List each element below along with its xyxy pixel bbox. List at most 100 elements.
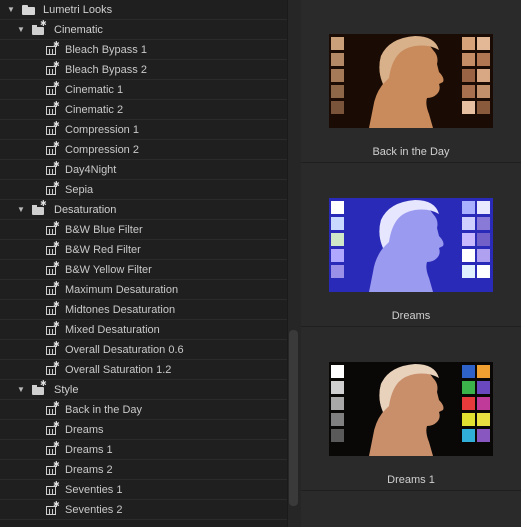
color-swatch [462,365,475,378]
disclosure-triangle-icon[interactable]: ▼ [16,205,26,215]
color-swatch [477,53,490,66]
tree-preset-item[interactable]: ✱ Sepia [0,180,287,200]
tree-preset-item[interactable]: ✱ Maximum Desaturation [0,280,287,300]
tree-preset-item[interactable]: ✱ Overall Saturation 1.2 [0,360,287,380]
color-swatch [462,37,475,50]
look-preview-card[interactable]: Dreams [301,164,521,327]
preset-label: Cinematic 1 [65,83,124,96]
preset-label: Compression 1 [65,123,139,136]
folder-label: Style [54,383,79,396]
effect-preset-icon: ✱ [46,261,60,275]
color-swatch [462,429,475,442]
preset-label: Overall Desaturation 0.6 [65,343,184,356]
tree-preset-item[interactable]: ✱ Seventies 2 [0,500,287,520]
effect-preset-icon: ✱ [46,141,60,155]
color-swatch [462,217,475,230]
preset-label: Sepia [65,183,94,196]
color-swatch [462,101,475,114]
tree-root-lumetri-looks[interactable]: ▼ Lumetri Looks [0,0,287,20]
disclosure-triangle-icon[interactable]: ▼ [16,385,26,395]
preview-thumbnails-panel: Back in the Day Dreams Dreams 1 [301,0,521,527]
effect-preset-icon: ✱ [46,401,60,415]
color-swatch [477,397,490,410]
effect-preset-icon: ✱ [46,281,60,295]
tree-scrollbar-thumb[interactable] [289,330,298,506]
color-swatch [331,85,344,98]
preset-bin-icon: ✱ [32,200,47,215]
color-swatch [462,249,475,262]
color-swatch [331,381,344,394]
color-swatch [331,233,344,246]
lumetri-looks-tree: ▼ Lumetri Looks ▼ ✱ Cinematic ✱ Bleach Bypass … [0,0,287,527]
look-preview-image[interactable] [329,34,493,128]
effect-preset-icon: ✱ [46,341,60,355]
color-swatch [331,101,344,114]
preset-label: B&W Red Filter [65,243,141,256]
color-swatch [477,249,490,262]
preset-label: B&W Blue Filter [65,223,143,236]
color-swatch [331,365,344,378]
effect-preset-icon: ✱ [46,241,60,255]
effect-preset-icon: ✱ [46,41,60,55]
tree-preset-item[interactable]: ✱ Compression 2 [0,140,287,160]
tree-preset-item[interactable]: ✱ Cinematic 2 [0,100,287,120]
disclosure-triangle-icon[interactable]: ▼ [16,25,26,35]
look-preview-label: Back in the Day [372,146,450,158]
tree-preset-item[interactable]: ✱ Midtones Desaturation [0,300,287,320]
preset-bin-icon: ✱ [32,380,47,395]
effect-preset-icon: ✱ [46,421,60,435]
color-swatch [477,217,490,230]
effect-preset-icon: ✱ [46,301,60,315]
color-swatch [331,69,344,82]
tree-preset-item[interactable]: ✱ Overall Desaturation 0.6 [0,340,287,360]
tree-preset-item[interactable]: ✱ Mixed Desaturation [0,320,287,340]
color-swatch [477,381,490,394]
color-swatch [477,101,490,114]
tree-preset-item[interactable]: ✱ Back in the Day [0,400,287,420]
effect-preset-icon: ✱ [46,321,60,335]
look-preview-card[interactable]: Dreams 1 [301,328,521,491]
preset-label: Dreams 2 [65,463,113,476]
tree-preset-item[interactable]: ✱ Day4Night [0,160,287,180]
tree-preset-item[interactable]: ✱ Dreams 2 [0,460,287,480]
preset-label: Dreams [65,423,104,436]
preset-label: Maximum Desaturation [65,283,179,296]
tree-preset-item[interactable]: ✱ Compression 1 [0,120,287,140]
color-swatch [331,397,344,410]
preset-label: Bleach Bypass 1 [65,43,147,56]
effect-preset-icon: ✱ [46,181,60,195]
preset-bin-icon: ✱ [32,20,47,35]
tree-preset-item[interactable]: ✱ Dreams 1 [0,440,287,460]
effect-preset-icon: ✱ [46,361,60,375]
preset-label: Seventies 2 [65,503,123,516]
tree-preset-item[interactable]: ✱ Seventies 1 [0,480,287,500]
look-preview-image[interactable] [329,362,493,456]
color-swatch [331,37,344,50]
color-swatch [331,201,344,214]
tree-preset-item[interactable]: ✱ B&W Blue Filter [0,220,287,240]
color-swatch [477,233,490,246]
color-swatch [477,413,490,426]
effect-preset-icon: ✱ [46,221,60,235]
tree-preset-item[interactable]: ✱ Bleach Bypass 2 [0,60,287,80]
effect-preset-icon: ✱ [46,461,60,475]
tree-preset-item[interactable]: ✱ B&W Red Filter [0,240,287,260]
look-preview-image[interactable] [329,198,493,292]
preset-label: Seventies 1 [65,483,123,496]
disclosure-triangle-icon[interactable]: ▼ [6,5,16,15]
color-swatch [477,69,490,82]
look-preview-card[interactable]: Back in the Day [301,0,521,163]
color-swatch [477,85,490,98]
color-swatch [477,201,490,214]
tree-preset-item[interactable]: ✱ Bleach Bypass 1 [0,40,287,60]
color-swatch [462,233,475,246]
color-swatch [462,265,475,278]
tree-folder-desaturation[interactable]: ▼ ✱ Desaturation [0,200,287,220]
color-swatch [477,265,490,278]
tree-folder-cinematic[interactable]: ▼ ✱ Cinematic [0,20,287,40]
tree-preset-item[interactable]: ✱ Dreams [0,420,287,440]
color-swatch [462,413,475,426]
tree-preset-item[interactable]: ✱ B&W Yellow Filter [0,260,287,280]
tree-folder-style[interactable]: ▼ ✱ Style [0,380,287,400]
tree-preset-item[interactable]: ✱ Cinematic 1 [0,80,287,100]
